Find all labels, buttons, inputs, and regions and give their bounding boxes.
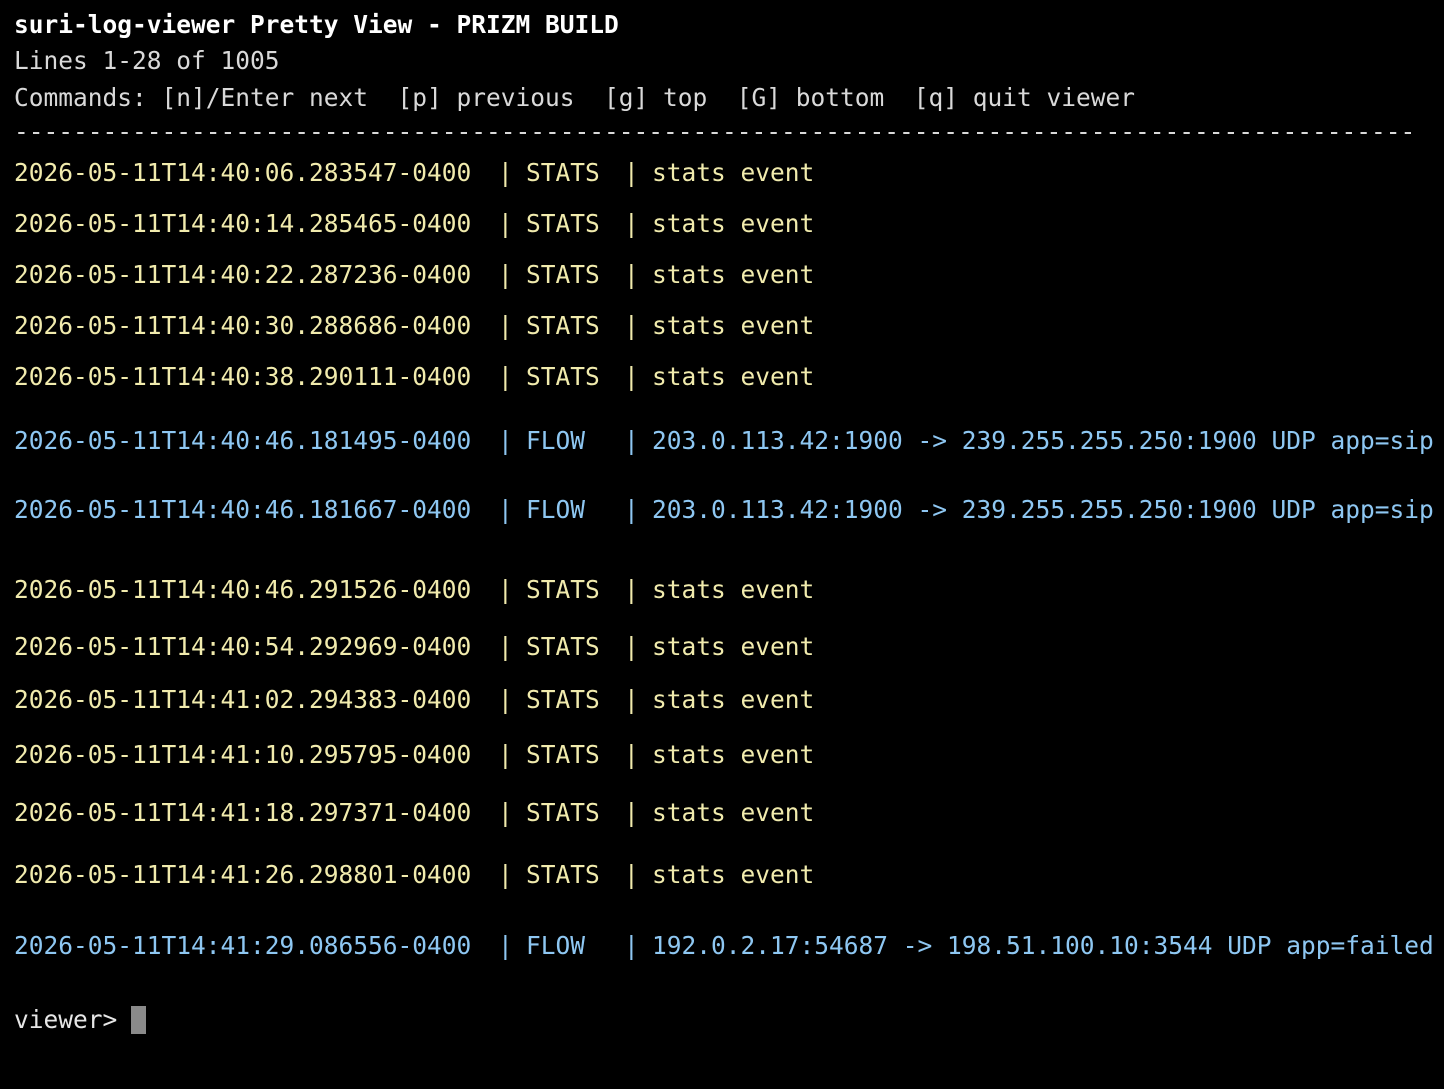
log-row: 2026-05-11T14:41:29.086556-0400 | FLOW | 192…: [14, 931, 1434, 961]
column-separator: |: [498, 632, 513, 661]
log-type: STATS: [526, 740, 600, 769]
viewer-prompt[interactable]: viewer>: [14, 1005, 147, 1035]
log-row: 2026-05-11T14:40:14.285465-0400 | STATS | st…: [14, 209, 814, 239]
column-separator: |: [624, 860, 639, 889]
log-timestamp: 2026-05-11T14:40:06.283547-0400: [14, 158, 472, 187]
log-type: STATS: [526, 632, 600, 661]
log-type: STATS: [526, 685, 600, 714]
column-separator: |: [624, 362, 639, 391]
column-separator: |: [624, 495, 639, 524]
column-separator: |: [498, 311, 513, 340]
log-timestamp: 2026-05-11T14:40:54.292969-0400: [14, 632, 472, 661]
log-message: stats event: [652, 575, 815, 604]
column-separator: |: [498, 362, 513, 391]
column-separator: |: [498, 575, 513, 604]
column-separator: |: [624, 931, 639, 960]
log-type: STATS: [526, 260, 600, 289]
log-timestamp: 2026-05-11T14:40:46.181495-0400: [14, 426, 472, 455]
log-type: STATS: [526, 798, 600, 827]
log-timestamp: 2026-05-11T14:40:30.288686-0400: [14, 311, 472, 340]
column-separator: |: [624, 632, 639, 661]
column-separator: |: [624, 426, 639, 455]
column-separator: |: [498, 158, 513, 187]
log-row: 2026-05-11T14:40:22.287236-0400 | STATS | st…: [14, 260, 814, 290]
log-row: 2026-05-11T14:40:30.288686-0400 | STATS | st…: [14, 311, 814, 341]
column-separator: |: [624, 798, 639, 827]
viewer-title: suri-log-viewer Pretty View - PRIZM BUIL…: [14, 10, 619, 39]
lines-info: Lines 1-28 of 1005: [14, 46, 280, 75]
column-separator: |: [498, 931, 513, 960]
commands-help: Commands: [n]/Enter next [p] previous [g…: [14, 83, 1136, 112]
log-row: 2026-05-11T14:40:46.291526-0400 | STATS | st…: [14, 575, 814, 605]
log-message: 192.0.2.17:54687 -> 198.51.100.10:3544 U…: [652, 931, 1434, 960]
log-row: 2026-05-11T14:40:46.181495-0400 | FLOW | 203…: [14, 426, 1434, 456]
column-separator: |: [498, 209, 513, 238]
log-message: stats event: [652, 740, 815, 769]
log-row: 2026-05-11T14:41:10.295795-0400 | STATS | st…: [14, 740, 814, 770]
log-timestamp: 2026-05-11T14:41:10.295795-0400: [14, 740, 472, 769]
column-separator: |: [624, 209, 639, 238]
prompt-label: viewer>: [14, 1005, 118, 1034]
column-separator: |: [498, 260, 513, 289]
log-type: STATS: [526, 362, 600, 391]
header-divider: ----------------------------------------…: [14, 117, 1416, 146]
log-message: stats event: [652, 209, 815, 238]
log-message: stats event: [652, 362, 815, 391]
log-row: 2026-05-11T14:40:54.292969-0400 | STATS | st…: [14, 632, 814, 662]
log-type: STATS: [526, 158, 600, 187]
log-timestamp: 2026-05-11T14:41:29.086556-0400: [14, 931, 472, 960]
log-timestamp: 2026-05-11T14:41:26.298801-0400: [14, 860, 472, 889]
log-message: 203.0.113.42:1900 -> 239.255.255.250:190…: [652, 495, 1434, 524]
log-timestamp: 2026-05-11T14:40:22.287236-0400: [14, 260, 472, 289]
log-type: STATS: [526, 575, 600, 604]
log-row: 2026-05-11T14:41:02.294383-0400 | STATS | st…: [14, 685, 814, 715]
log-timestamp: 2026-05-11T14:41:18.297371-0400: [14, 798, 472, 827]
column-separator: |: [624, 740, 639, 769]
column-separator: |: [498, 685, 513, 714]
column-separator: |: [498, 495, 513, 524]
column-separator: |: [624, 575, 639, 604]
log-type: STATS: [526, 209, 600, 238]
log-timestamp: 2026-05-11T14:41:02.294383-0400: [14, 685, 472, 714]
log-message: stats event: [652, 260, 815, 289]
log-row: 2026-05-11T14:40:06.283547-0400 | STATS | st…: [14, 158, 814, 188]
log-type: STATS: [526, 860, 600, 889]
column-separator: |: [624, 685, 639, 714]
log-timestamp: 2026-05-11T14:40:14.285465-0400: [14, 209, 472, 238]
log-message: stats event: [652, 685, 815, 714]
column-separator: |: [498, 740, 513, 769]
log-message: stats event: [652, 860, 815, 889]
log-row: 2026-05-11T14:41:26.298801-0400 | STATS | st…: [14, 860, 814, 890]
log-message: 203.0.113.42:1900 -> 239.255.255.250:190…: [652, 426, 1434, 455]
log-timestamp: 2026-05-11T14:40:46.181667-0400: [14, 495, 472, 524]
log-row: 2026-05-11T14:41:18.297371-0400 | STATS | st…: [14, 798, 814, 828]
column-separator: |: [498, 426, 513, 455]
column-separator: |: [498, 860, 513, 889]
log-message: stats event: [652, 632, 815, 661]
column-separator: |: [498, 798, 513, 827]
log-type: FLOW: [526, 426, 586, 455]
column-separator: |: [624, 260, 639, 289]
log-type: FLOW: [526, 931, 586, 960]
log-timestamp: 2026-05-11T14:40:38.290111-0400: [14, 362, 472, 391]
log-row: 2026-05-11T14:40:38.290111-0400 | STATS | st…: [14, 362, 814, 392]
log-timestamp: 2026-05-11T14:40:46.291526-0400: [14, 575, 472, 604]
log-type: STATS: [526, 311, 600, 340]
log-row: 2026-05-11T14:40:46.181667-0400 | FLOW | 203…: [14, 495, 1434, 525]
column-separator: |: [624, 158, 639, 187]
log-type: FLOW: [526, 495, 586, 524]
log-message: stats event: [652, 158, 815, 187]
column-separator: |: [624, 311, 639, 340]
log-message: stats event: [652, 311, 815, 340]
log-message: stats event: [652, 798, 815, 827]
cursor-block: [131, 1006, 147, 1034]
